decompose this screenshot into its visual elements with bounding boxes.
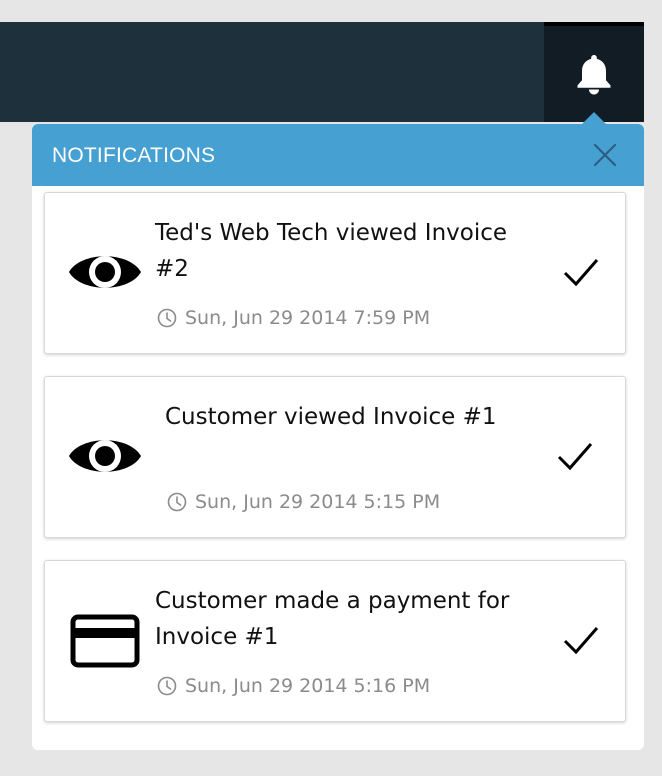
close-button[interactable] [592,142,618,168]
checkmark-icon [563,259,599,287]
eye-icon [67,243,143,301]
mark-read-button[interactable] [555,439,595,473]
notification-timestamp: Sun, Jun 29 2014 7:59 PM [157,307,430,329]
credit-card-icon [67,611,143,669]
notifications-button[interactable] [544,22,644,122]
panel-title: NOTIFICATIONS [52,144,216,167]
notification-timestamp: Sun, Jun 29 2014 5:16 PM [157,675,430,697]
bell-icon [577,55,611,95]
notification-time-text: Sun, Jun 29 2014 5:15 PM [195,491,441,513]
checkmark-icon [557,443,593,471]
close-icon [593,143,617,167]
checkmark-icon [563,627,599,655]
clock-icon [157,308,177,328]
clock-icon [157,676,177,696]
clock-icon [167,492,187,512]
notification-item[interactable]: Customer viewed Invoice #1 Sun, Jun 29 2… [44,376,626,538]
notification-time-text: Sun, Jun 29 2014 5:16 PM [185,675,431,697]
notification-timestamp: Sun, Jun 29 2014 5:15 PM [167,491,440,513]
notifications-panel: NOTIFICATIONS Ted's Web Tech viewed Invo… [32,124,644,750]
eye-icon [67,427,143,485]
panel-pointer-arrow [582,112,606,124]
notification-time-text: Sun, Jun 29 2014 7:59 PM [185,307,431,329]
notification-message: Ted's Web Tech viewed Invoice #2 [155,220,508,282]
panel-header: NOTIFICATIONS [32,124,644,186]
mark-read-button[interactable] [561,623,601,657]
notification-item[interactable]: Ted's Web Tech viewed Invoice #2 Sun, Ju… [44,192,626,354]
mark-read-button[interactable] [561,255,601,289]
notification-item[interactable]: Customer made a payment for Invoice #1 S… [44,560,626,722]
notification-message: Customer viewed Invoice #1 [165,404,497,430]
notification-message: Customer made a payment for Invoice #1 [155,588,510,650]
